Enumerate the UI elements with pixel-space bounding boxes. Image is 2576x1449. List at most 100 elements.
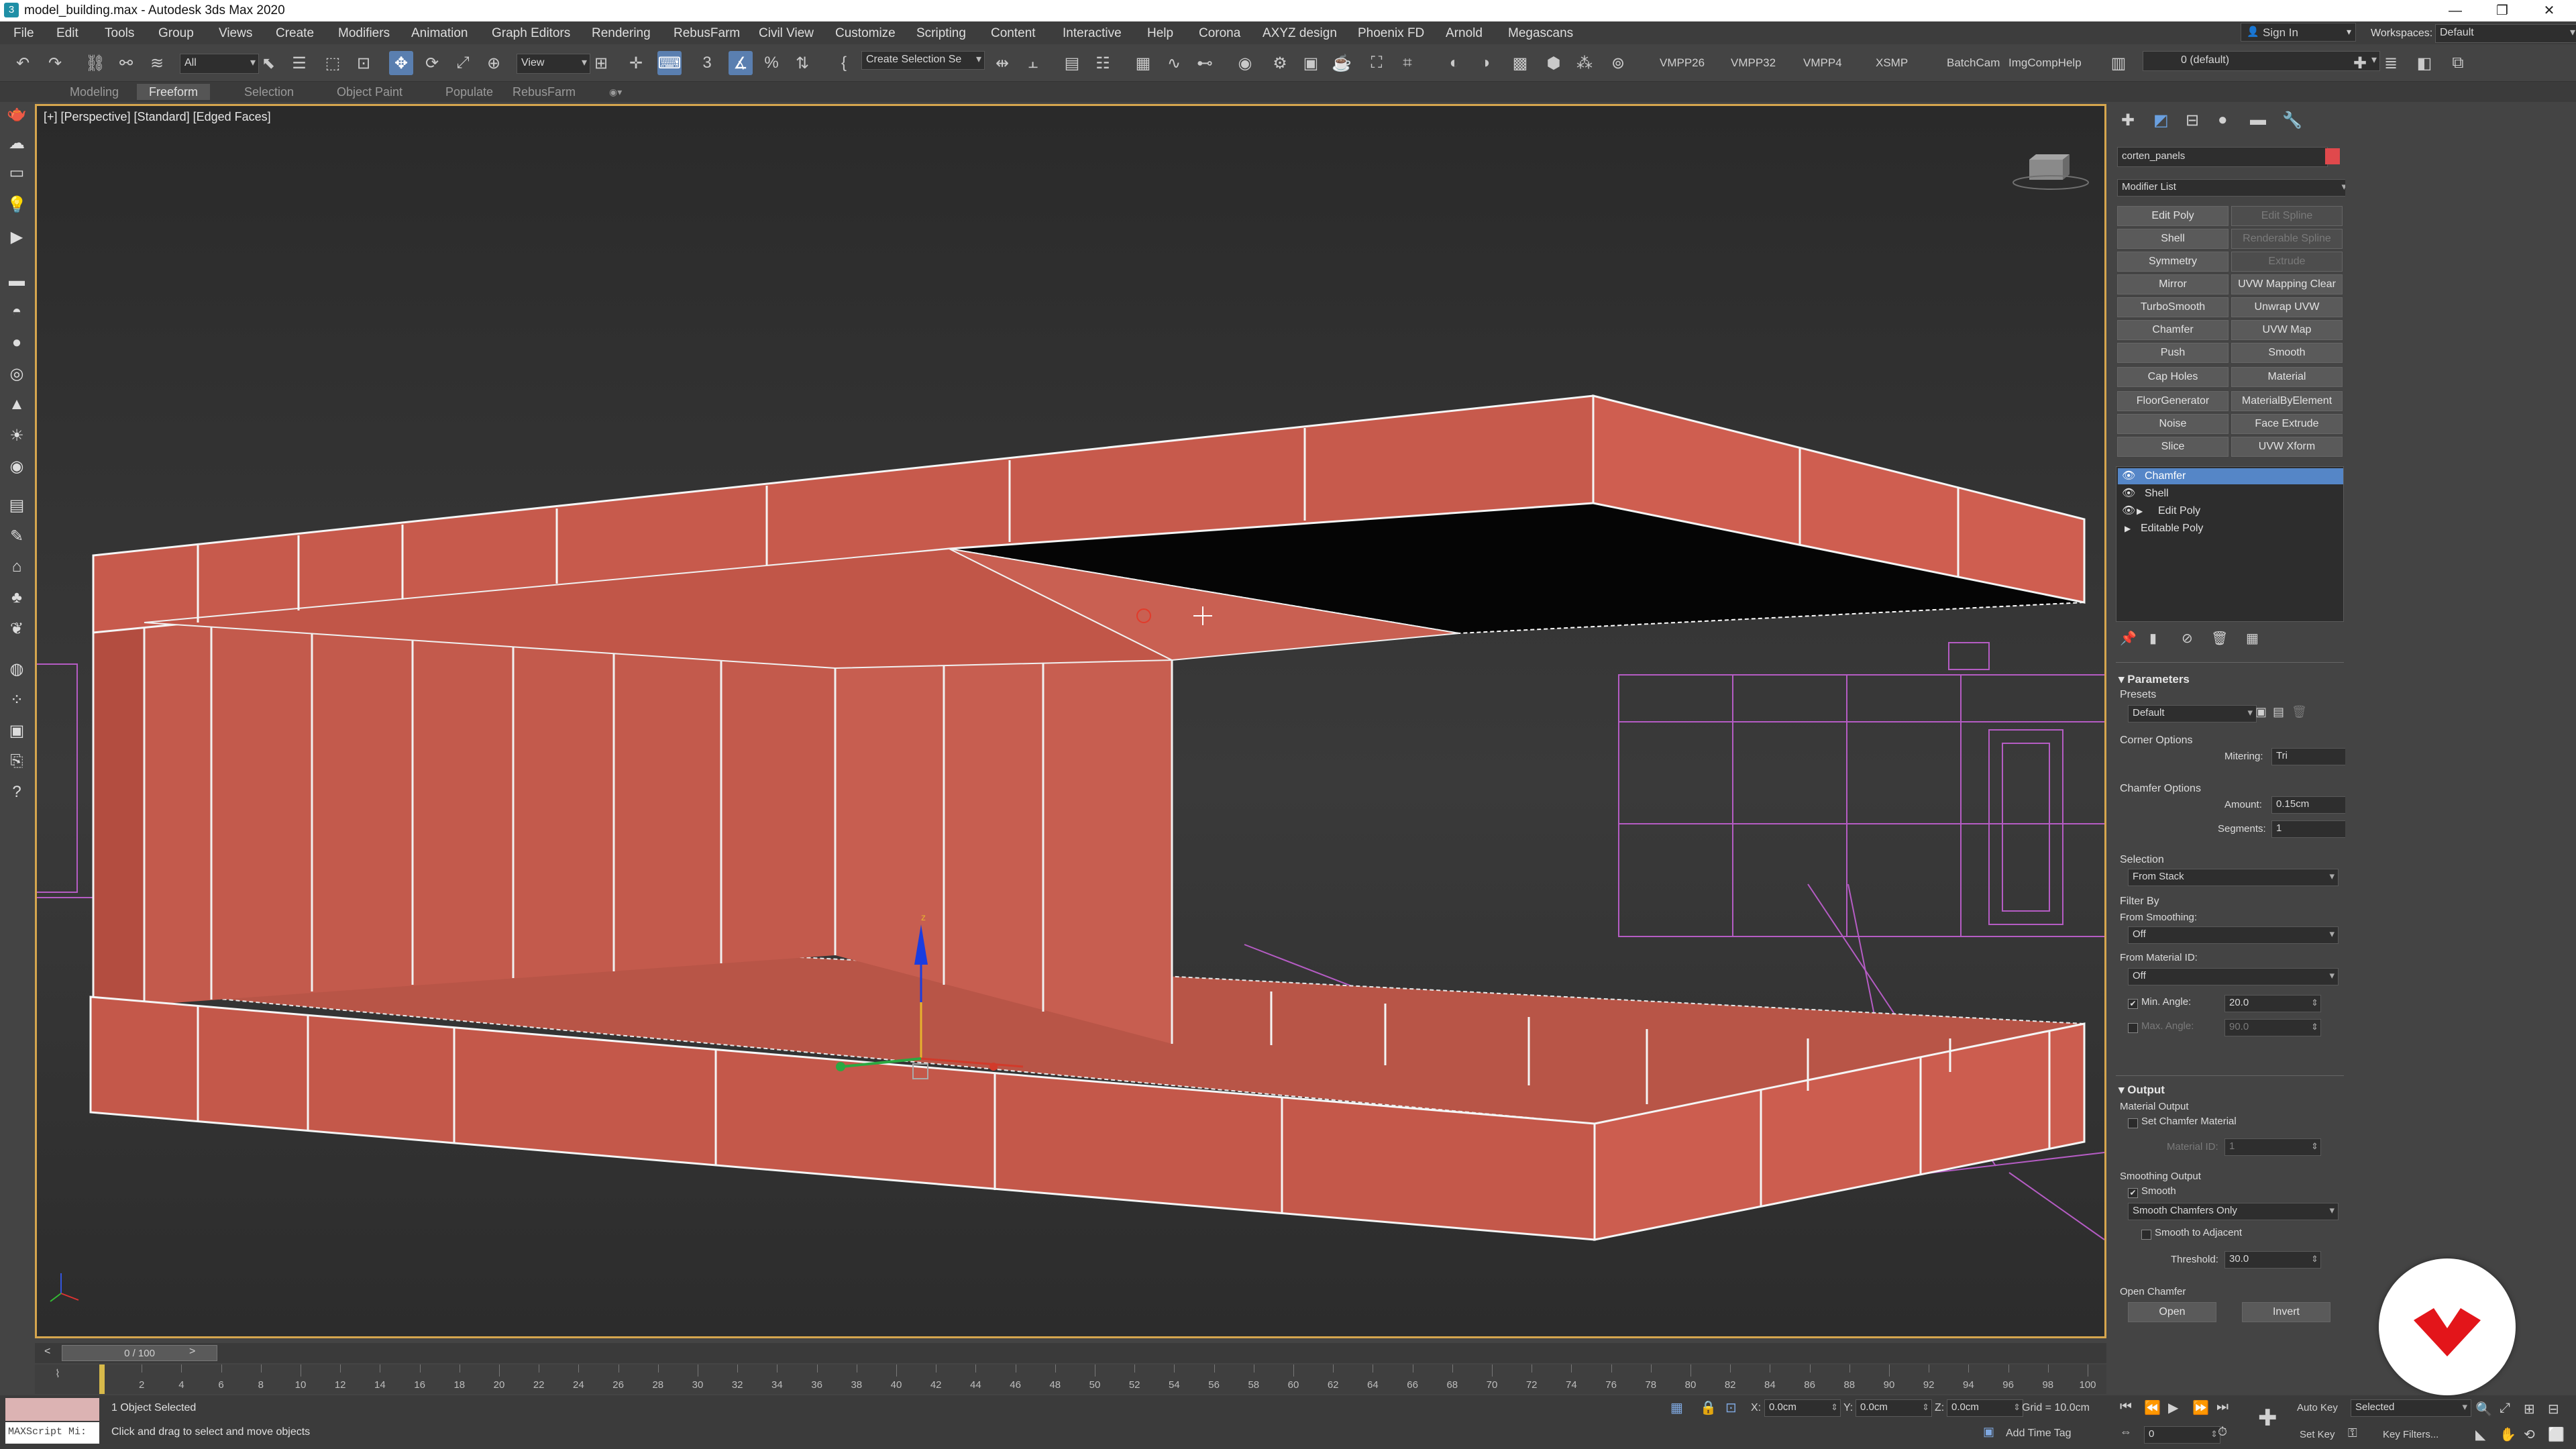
maxscript-listener[interactable]: [5, 1398, 99, 1421]
cone-icon[interactable]: ▲: [5, 393, 28, 416]
grid-icon[interactable]: ▩: [1508, 51, 1532, 75]
schematic-view-icon[interactable]: ⊷: [1193, 51, 1217, 75]
plant-icon[interactable]: ❦: [5, 617, 28, 640]
tab-modeling[interactable]: Modeling: [58, 84, 131, 100]
presets-dropdown[interactable]: Default: [2128, 705, 2257, 722]
manipulate-icon[interactable]: ✛: [624, 51, 648, 75]
script-vmpp26[interactable]: VMPP26: [1660, 56, 1705, 70]
globe-icon[interactable]: ◍: [5, 657, 28, 680]
zoom-extents-all-icon[interactable]: ⊟: [2548, 1401, 2559, 1417]
modifier-noise-button[interactable]: Noise: [2117, 414, 2229, 434]
curve-editor-mini-icon[interactable]: ⌇: [55, 1367, 60, 1381]
script-batchcam[interactable]: BatchCam: [1947, 56, 2000, 70]
menu-views[interactable]: Views: [219, 26, 252, 41]
stack-item-chamfer[interactable]: 👁 Chamfer: [2118, 468, 2343, 484]
smooth-checkbox[interactable]: ✔: [2128, 1188, 2138, 1198]
modifier-edit-spline-button[interactable]: Edit Spline: [2231, 206, 2343, 226]
go-to-end-icon[interactable]: ⏭: [2216, 1399, 2229, 1415]
layers-icon[interactable]: ≣: [2379, 51, 2403, 75]
current-frame-field[interactable]: 0: [2144, 1426, 2220, 1444]
perspective-viewport[interactable]: [+] [Perspective] [Standard] [Edged Face…: [35, 104, 2106, 1338]
corona-render-icon[interactable]: ◐: [1442, 51, 1466, 75]
menu-help[interactable]: Help: [1147, 26, 1173, 41]
set-key-button[interactable]: Set Key: [2300, 1429, 2335, 1440]
absolute-mode-icon[interactable]: ⊡: [1725, 1399, 1737, 1416]
select-and-rotate-icon[interactable]: ⟳: [420, 51, 444, 75]
menu-arnold[interactable]: Arnold: [1446, 26, 1483, 41]
modifier-symmetry-button[interactable]: Symmetry: [2117, 252, 2229, 272]
next-frame-icon[interactable]: >: [189, 1346, 195, 1358]
menu-civil-view[interactable]: Civil View: [759, 26, 814, 41]
menu-customize[interactable]: Customize: [835, 26, 896, 41]
select-in-layer-icon[interactable]: ◧: [2412, 51, 2436, 75]
selection-dropdown[interactable]: From Stack: [2128, 869, 2339, 886]
isolate-selection-icon[interactable]: ▦: [1670, 1399, 1683, 1416]
make-unique-icon[interactable]: ⊘: [2182, 630, 2193, 647]
eye-icon[interactable]: 👁: [2122, 468, 2135, 484]
named-selection-dropdown[interactable]: Create Selection Se: [861, 51, 985, 70]
wand-icon[interactable]: ✎: [5, 525, 28, 547]
parameters-rollout-title[interactable]: ▾ Parameters: [2118, 673, 2190, 686]
mirror-icon[interactable]: ⇹: [990, 51, 1014, 75]
menu-create[interactable]: Create: [276, 26, 314, 41]
select-by-name-icon[interactable]: ☰: [287, 51, 311, 75]
keyboard-shortcut-icon[interactable]: ⌨: [657, 51, 682, 75]
window-crossing-icon[interactable]: ⊡: [352, 51, 376, 75]
orb-icon[interactable]: ◉: [5, 455, 28, 478]
material-editor-icon[interactable]: ◉: [1233, 51, 1257, 75]
angle-snap-icon[interactable]: ∡: [729, 51, 753, 75]
time-tag-icon[interactable]: ▣: [1983, 1425, 1994, 1439]
eye-icon[interactable]: 👁: [2122, 486, 2135, 502]
cloud-icon[interactable]: ☁: [5, 131, 28, 154]
menu-corona[interactable]: Corona: [1199, 26, 1240, 41]
layer-manager-icon[interactable]: ▥: [2106, 51, 2131, 75]
menu-phoenix-fd[interactable]: Phoenix FD: [1358, 26, 1424, 41]
stack-icon[interactable]: ⧉: [2446, 51, 2470, 75]
tab-object-paint[interactable]: Object Paint: [325, 84, 415, 100]
menu-tools[interactable]: Tools: [105, 26, 134, 41]
select-and-move-icon[interactable]: ✥: [389, 51, 413, 75]
tab-selection[interactable]: Selection: [232, 84, 306, 100]
max-angle-spinner[interactable]: 90.0: [2224, 1019, 2321, 1036]
viewport-label[interactable]: [+] [Perspective] [Standard] [Edged Face…: [44, 110, 271, 124]
key-mode-dropdown[interactable]: Selected: [2351, 1399, 2471, 1417]
help-icon[interactable]: ?: [5, 781, 28, 804]
modifier-unwrap-uvw-button[interactable]: Unwrap UVW: [2231, 297, 2343, 317]
set-key-icon[interactable]: ✚: [2258, 1405, 2277, 1432]
dome-icon[interactable]: ◓: [5, 301, 28, 323]
invert-button[interactable]: Invert: [2242, 1302, 2330, 1322]
prev-frame-icon[interactable]: <: [44, 1346, 50, 1358]
snaps-toggle-icon[interactable]: 3: [695, 51, 719, 75]
scene-explorer-icon[interactable]: ▤: [1060, 51, 1084, 75]
modifier-floorgenerator-button[interactable]: FloorGenerator: [2117, 391, 2229, 411]
menu-content[interactable]: Content: [991, 26, 1036, 41]
show-end-result-icon[interactable]: ▮: [2149, 630, 2157, 647]
modifier-mirror-button[interactable]: Mirror: [2117, 274, 2229, 294]
script-vmpp4[interactable]: VMPP4: [1803, 56, 1842, 70]
rect-selection-icon[interactable]: ⬚: [321, 51, 345, 75]
next-key-icon[interactable]: ⏩: [2192, 1399, 2209, 1416]
modifier-material-button[interactable]: Material: [2231, 367, 2343, 387]
menu-megascans[interactable]: Megascans: [1508, 26, 1573, 41]
stairs-icon[interactable]: ▤: [5, 494, 28, 517]
layer-explorer-icon[interactable]: ☷: [1091, 51, 1115, 75]
render-region-icon[interactable]: ⌗: [1395, 51, 1419, 75]
tree-icon[interactable]: ♣: [5, 586, 28, 609]
object-color-swatch[interactable]: [2325, 148, 2340, 164]
select-and-place-icon[interactable]: ⊕: [482, 51, 506, 75]
script-icon[interactable]: ⎘: [5, 750, 28, 773]
min-angle-checkbox[interactable]: ✔: [2128, 999, 2138, 1009]
display-tab-icon[interactable]: ▬: [2250, 111, 2266, 129]
torus-icon[interactable]: ◎: [5, 362, 28, 385]
modifier-smooth-button[interactable]: Smooth: [2231, 343, 2343, 363]
auto-key-button[interactable]: Auto Key: [2297, 1402, 2338, 1413]
rendered-frame-icon[interactable]: ▣: [1299, 51, 1323, 75]
plane-icon[interactable]: ▬: [5, 270, 28, 292]
menu-group[interactable]: Group: [158, 26, 194, 41]
time-slider[interactable]: < 0 / 100 >: [35, 1343, 2106, 1363]
sun-icon[interactable]: ☀: [5, 424, 28, 447]
spinner-snap-icon[interactable]: ⇅: [790, 51, 814, 75]
stack-item-edit-poly[interactable]: 👁 ▶ Edit Poly: [2118, 503, 2343, 519]
play-icon[interactable]: ▶: [2168, 1399, 2178, 1416]
selection-filter-dropdown[interactable]: All: [180, 54, 259, 74]
